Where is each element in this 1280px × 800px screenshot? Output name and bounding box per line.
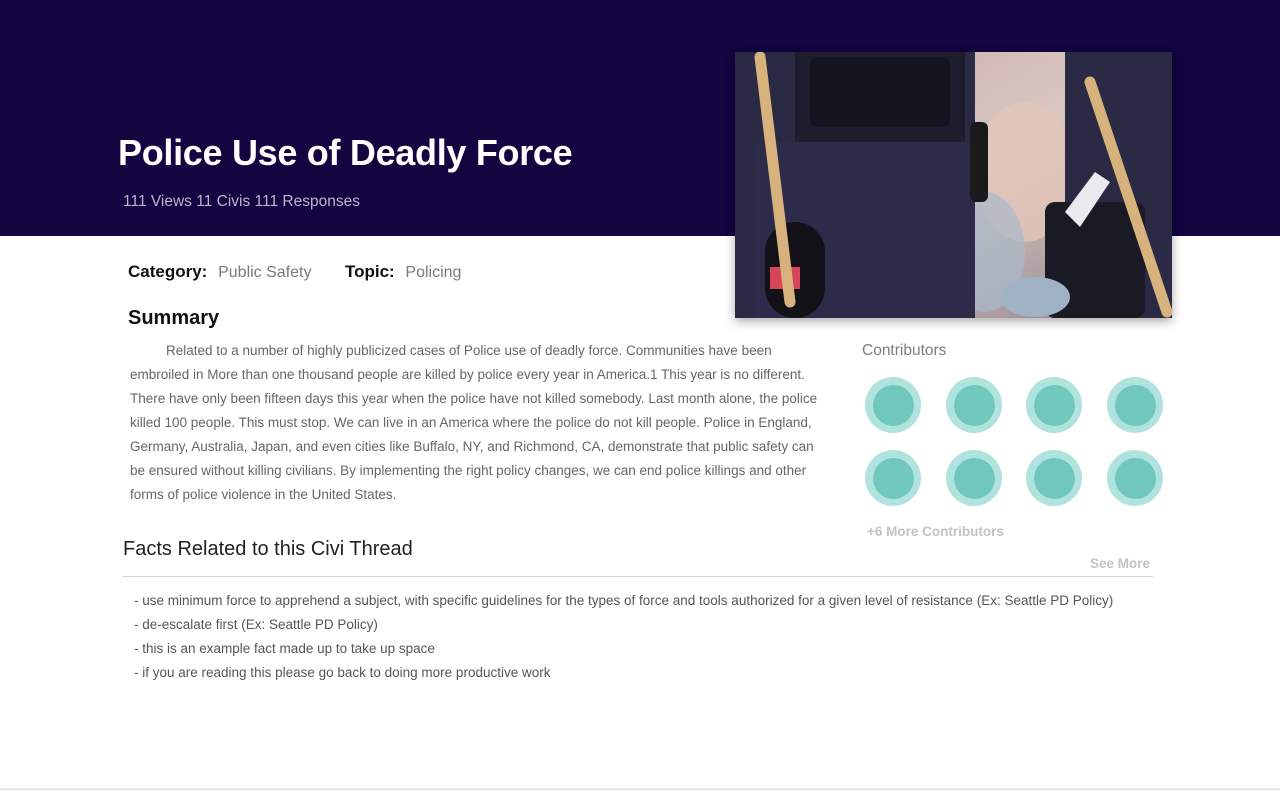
civis-count: 11 Civis (196, 193, 251, 210)
avatar[interactable] (946, 377, 1002, 433)
category-label: Category: (128, 262, 208, 281)
avatar[interactable] (865, 377, 921, 433)
fact-item: - use minimum force to apprehend a subje… (134, 593, 1114, 608)
facts-divider (123, 576, 1153, 577)
thread-title: Police Use of Deadly Force (118, 132, 573, 173)
avatar[interactable] (1107, 450, 1163, 506)
avatar[interactable] (865, 450, 921, 506)
summary-heading: Summary (128, 307, 220, 329)
contributors-heading: Contributors (862, 342, 947, 359)
responses-count: 111 Responses (254, 193, 360, 210)
avatar[interactable] (946, 450, 1002, 506)
fact-item: - this is an example fact made up to tak… (134, 641, 435, 656)
avatar[interactable] (1107, 377, 1163, 433)
topic-value[interactable]: Policing (405, 264, 461, 281)
fact-item: - de-escalate first (Ex: Seattle PD Poli… (134, 617, 378, 632)
views-count: 111 Views (123, 193, 192, 210)
thread-meta: Category: Public Safety Topic: Policing (128, 262, 461, 282)
facts-heading: Facts Related to this Civi Thread (123, 538, 413, 560)
fact-item: - if you are reading this please go back… (134, 665, 551, 680)
facts-list: - use minimum force to apprehend a subje… (134, 589, 1113, 685)
page-bottom-edge (0, 788, 1280, 791)
see-more-link[interactable]: See More (1090, 556, 1150, 571)
thread-image (735, 52, 1172, 318)
thread-stats: 111 Views 11 Civis 111 Responses (123, 193, 360, 211)
contributor-avatars (865, 377, 1165, 507)
category-value[interactable]: Public Safety (218, 264, 311, 281)
avatar[interactable] (1026, 377, 1082, 433)
more-contributors-link[interactable]: +6 More Contributors (867, 524, 1004, 539)
topic-label: Topic: (344, 262, 395, 281)
avatar[interactable] (1026, 450, 1082, 506)
summary-text: Related to a number of highly publicized… (130, 343, 818, 502)
